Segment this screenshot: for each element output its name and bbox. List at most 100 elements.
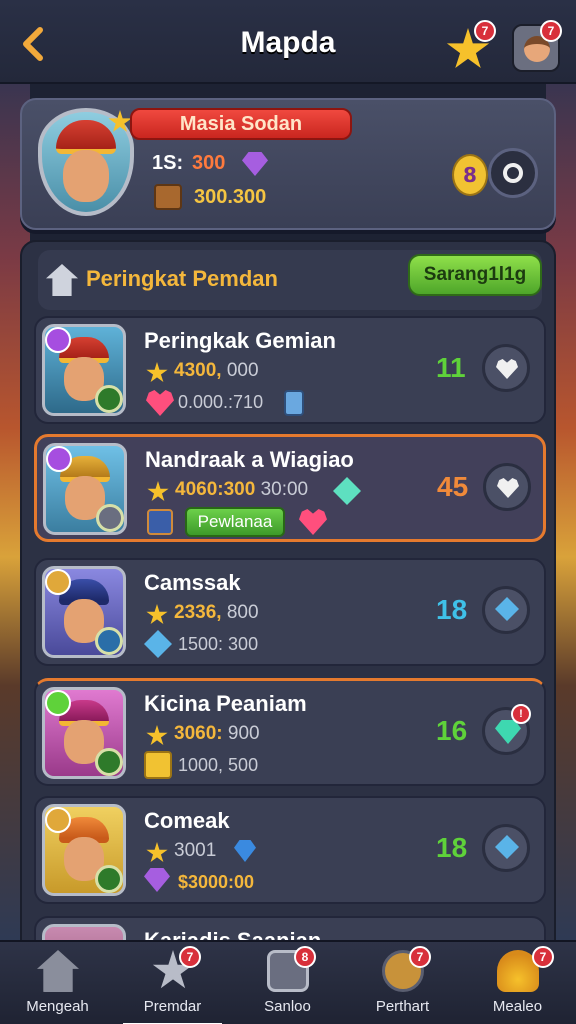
leaderboard-row[interactable]: Kicina Peaniam 3060: 900 1000, 500 16 ! <box>34 678 546 786</box>
player-name: Kicina Peaniam <box>144 691 307 716</box>
status-tag: Pewlanaa <box>185 507 285 537</box>
nav-item-home[interactable]: Mengeah <box>0 942 115 1024</box>
achievements-button[interactable]: 7 <box>444 20 496 72</box>
player-subvalue: 0.000.:710 <box>178 392 264 412</box>
leaderboard-row[interactable]: Camssak 2336, 800 1500: 300 18 <box>34 558 546 666</box>
nav-item-sanloo[interactable]: 8 Sanloo <box>230 942 345 1024</box>
notification-badge: 8 <box>294 946 316 968</box>
player-name-banner: Masia Sodan <box>130 108 352 140</box>
nav-item-premdar[interactable]: 7 Premdar <box>115 942 230 1024</box>
level-badge-icon <box>95 748 123 776</box>
score-primary: 2336, <box>174 602 222 623</box>
level-badge-icon <box>95 627 123 655</box>
nav-item-mealeo[interactable]: 7 Mealeo <box>460 942 575 1024</box>
home-arrow-icon <box>46 264 78 296</box>
sparkle-icon <box>495 835 519 859</box>
heart-icon <box>299 509 327 535</box>
row-avatar <box>42 804 126 896</box>
notification-badge: 7 <box>179 946 201 968</box>
heart-icon <box>497 478 519 498</box>
nav-label: Premdar <box>143 998 202 1015</box>
crystal-icon <box>333 477 361 505</box>
player-rank: 18 <box>436 832 468 863</box>
options-button[interactable] <box>488 148 538 198</box>
section-action-button[interactable]: Sarang1l1g <box>408 254 542 296</box>
player-subvalue: 1000, 500 <box>178 755 259 775</box>
score-primary: 3001 <box>174 840 217 861</box>
leaderboard-row[interactable]: Comeak 3001 $3000:00 18 <box>34 796 546 904</box>
class-badge-icon <box>45 807 71 833</box>
leaderboard-panel: Peringkat Pemdan Sarang1l1g Peringkak Ge… <box>20 240 556 960</box>
notification-badge: 7 <box>540 20 562 42</box>
class-badge-icon <box>45 327 71 353</box>
nav-label: Sanloo <box>264 998 311 1015</box>
class-badge-icon <box>45 690 71 716</box>
face-icon <box>63 150 109 202</box>
score-secondary: 900 <box>227 723 260 744</box>
player-score: 3001 <box>174 840 216 862</box>
profile-button[interactable]: 7 <box>512 20 562 72</box>
score-secondary: 30:00 <box>260 479 309 500</box>
top-bar: Mapda 7 7 <box>0 0 576 84</box>
diamond-icon <box>144 630 172 658</box>
chest-icon <box>154 184 182 210</box>
nav-label: Perthart <box>375 998 430 1015</box>
player-name: Camssak <box>144 570 241 595</box>
row-avatar <box>42 687 126 779</box>
class-badge-icon <box>45 569 71 595</box>
like-button[interactable] <box>482 344 530 392</box>
gift-button[interactable] <box>482 586 530 634</box>
gift-button[interactable] <box>482 824 530 872</box>
heart-icon <box>146 390 174 416</box>
level-badge-icon <box>95 385 123 413</box>
player-rank: 16 <box>436 715 468 746</box>
notification-badge: 7 <box>474 20 496 42</box>
player-coins: 300.300 <box>194 186 267 208</box>
gold-coin-button[interactable]: 8 <box>452 154 488 196</box>
player-rank: 18 <box>436 594 468 625</box>
player-subvalue: 1500: 300 <box>178 634 259 654</box>
star-icon <box>147 481 169 502</box>
nav-label: Mealeo <box>492 998 543 1015</box>
score-secondary: 000 <box>226 360 259 381</box>
nav-item-perthart[interactable]: 7 Perthart <box>345 942 460 1024</box>
nav-label: Mengeah <box>26 998 89 1015</box>
heart-icon <box>496 359 518 379</box>
gem-icon <box>495 720 521 744</box>
bottom-nav: Mengeah 7 Premdar 8 Sanloo 7 Perthart 7 … <box>0 940 576 1024</box>
score-primary: 4060:300 <box>175 479 256 500</box>
circle-icon <box>503 163 523 183</box>
notification-badge: 7 <box>409 946 431 968</box>
player-score: 4060:300 30:00 <box>175 479 308 501</box>
section-header: Peringkat Pemdan Sarang1l1g <box>38 250 542 310</box>
class-badge-icon <box>46 446 72 472</box>
player-score: 3060: 900 <box>174 723 260 745</box>
reward-button[interactable]: ! <box>482 704 531 755</box>
gem-icon <box>234 840 256 862</box>
notification-badge: 7 <box>532 946 554 968</box>
player-rank: 45 <box>437 471 469 502</box>
leaderboard-row[interactable]: Peringkak Gemian 4300, 000 0.000.:710 11 <box>34 316 546 424</box>
profile-card: Masia Sodan 1S: 300 300.300 8 <box>20 98 556 230</box>
potion-icon <box>284 390 304 416</box>
player-score: 4300, 000 <box>174 360 259 382</box>
player-name: Nandraak a Wiagiao <box>145 447 354 472</box>
section-title: Peringkat Pemdan <box>86 266 278 291</box>
shield-icon <box>147 509 173 535</box>
gem-icon <box>144 868 170 892</box>
sparkle-icon <box>495 597 519 621</box>
player-points: 300 <box>192 152 226 174</box>
hat-icon <box>56 120 116 154</box>
score-secondary: 800 <box>226 602 259 623</box>
score-primary: 4300, <box>174 360 222 381</box>
player-name: Comeak <box>144 808 230 833</box>
star-icon <box>146 725 168 746</box>
level-badge-icon <box>96 504 124 532</box>
like-button[interactable] <box>483 463 531 511</box>
player-level: 1S: <box>152 152 184 174</box>
level-badge-icon <box>95 865 123 893</box>
score-primary: 3060: <box>174 723 223 744</box>
home-icon <box>37 950 79 992</box>
leaderboard-row-highlighted[interactable]: Nandraak a Wiagiao 4060:300 30:00 Pewlan… <box>34 434 546 542</box>
row-avatar <box>42 566 126 658</box>
